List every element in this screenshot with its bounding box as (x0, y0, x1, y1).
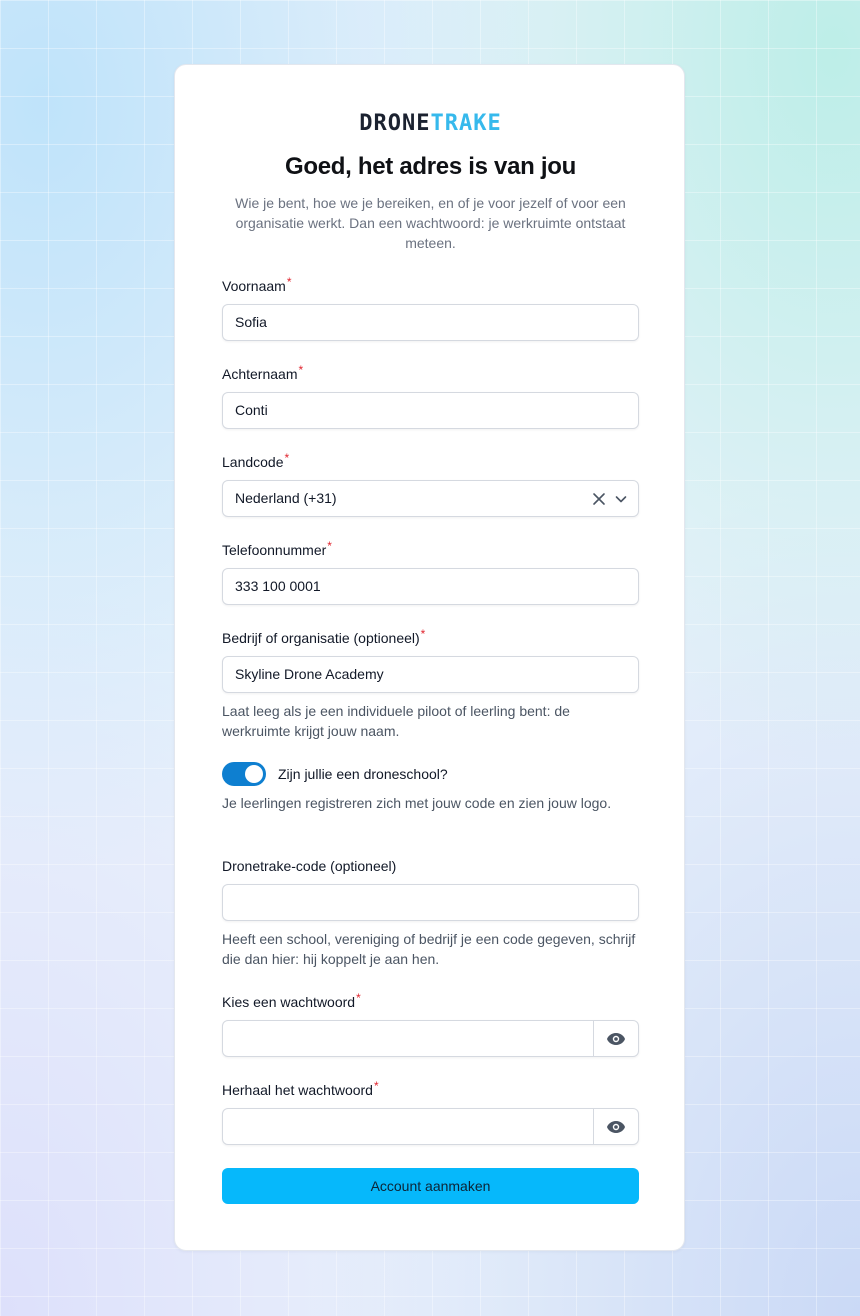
password-label-text: Kies een wachtwoord (222, 994, 356, 1010)
drone-school-toggle[interactable] (222, 762, 266, 786)
required-marker: * (286, 275, 292, 289)
show-password-button[interactable] (593, 1021, 638, 1056)
code-input[interactable] (222, 884, 639, 921)
page-subtitle: Wie je bent, hoe we je bereiken, en of j… (235, 195, 626, 251)
phone-value: 333 100 0001 (235, 578, 321, 594)
last-name-label: Achternaam* (222, 363, 304, 382)
last-name-label-text: Achternaam (222, 366, 298, 382)
required-marker: * (373, 1079, 379, 1093)
last-name-value: Conti (235, 402, 268, 418)
first-name-input[interactable]: Sofia (222, 304, 639, 341)
country-code-label: Landcode* (222, 451, 290, 470)
country-code-label-text: Landcode (222, 454, 284, 470)
eye-icon (606, 1032, 626, 1046)
required-marker: * (298, 363, 304, 377)
company-value: Skyline Drone Academy (235, 666, 384, 682)
toggle-knob (245, 765, 263, 783)
required-marker: * (327, 539, 332, 553)
eye-icon (606, 1120, 626, 1134)
clear-icon[interactable] (592, 492, 606, 506)
signup-card: DRONETRAKE Goed, het adres is van jou Wi… (174, 64, 685, 1251)
phone-label-text: Telefoonnummer (222, 542, 327, 558)
company-label: Bedrijf of organisatie (optioneel)* (222, 627, 426, 646)
last-name-input[interactable]: Conti (222, 392, 639, 429)
password-repeat-label-text: Herhaal het wachtwoord (222, 1082, 373, 1098)
select-controls (592, 481, 628, 516)
code-hint: Heeft een school, vereniging of bedrijf … (222, 931, 636, 967)
country-code-value: Nederland (+31) (235, 490, 337, 506)
first-name-label-text: Voornaam (222, 278, 286, 294)
code-label-text: Dronetrake-code (optioneel) (222, 858, 397, 874)
company-input[interactable]: Skyline Drone Academy (222, 656, 639, 693)
password-label: Kies een wachtwoord* (222, 991, 361, 1010)
country-code-select[interactable]: Nederland (+31) (222, 480, 639, 517)
required-marker: * (356, 991, 361, 1005)
brand-logo-part1: DRONE (359, 111, 431, 136)
password-field (222, 1020, 639, 1057)
code-label: Dronetrake-code (optioneel) (222, 858, 396, 874)
company-label-text: Bedrijf of organisatie (optioneel) (222, 630, 420, 646)
password-input[interactable] (223, 1021, 594, 1056)
create-account-button[interactable]: Account aanmaken (222, 1168, 639, 1204)
drone-school-hint: Je leerlingen registreren zich met jouw … (222, 795, 612, 811)
chevron-down-icon[interactable] (614, 492, 628, 506)
drone-school-label: Zijn jullie een droneschool? (278, 766, 448, 782)
required-marker: * (420, 627, 426, 641)
required-marker: * (284, 451, 290, 465)
password-repeat-input[interactable] (223, 1109, 594, 1144)
brand-logo: DRONETRAKE (222, 111, 639, 136)
phone-label: Telefoonnummer* (222, 539, 332, 558)
first-name-label: Voornaam* (222, 275, 292, 294)
phone-input[interactable]: 333 100 0001 (222, 568, 639, 605)
first-name-value: Sofia (235, 314, 267, 330)
password-repeat-field (222, 1108, 639, 1145)
show-password-repeat-button[interactable] (593, 1109, 638, 1144)
company-hint: Laat leeg als je een individuele piloot … (222, 703, 570, 739)
password-repeat-label: Herhaal het wachtwoord* (222, 1079, 379, 1098)
brand-logo-part2: TRAKE (430, 111, 502, 136)
page-title: Goed, het adres is van jou (285, 153, 576, 180)
